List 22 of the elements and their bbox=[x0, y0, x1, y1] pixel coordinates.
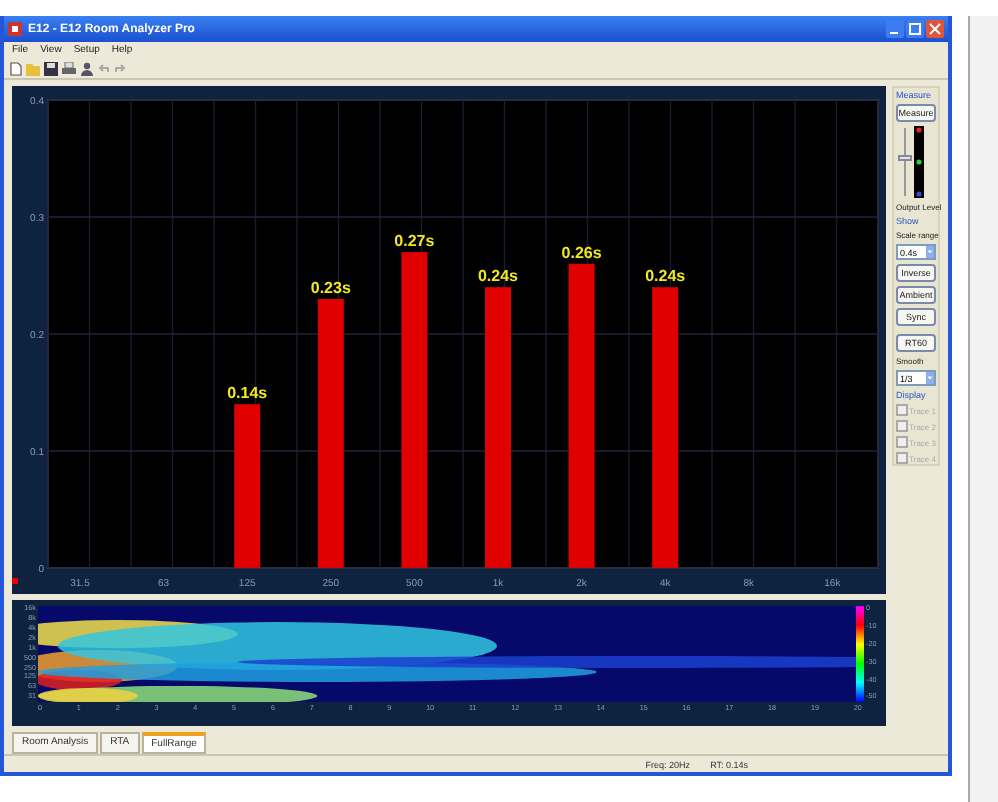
printer-icon[interactable] bbox=[62, 61, 76, 75]
origin-marker bbox=[12, 578, 18, 584]
maximize-icon[interactable] bbox=[906, 20, 924, 38]
new-file-icon[interactable] bbox=[10, 61, 22, 75]
value-label: 0.27s bbox=[394, 232, 435, 251]
value-label: 0.26s bbox=[561, 243, 602, 262]
value-label: 0.24s bbox=[645, 267, 686, 286]
save-icon[interactable] bbox=[44, 61, 58, 75]
redo-icon[interactable] bbox=[114, 62, 126, 74]
slider-thumb[interactable] bbox=[898, 155, 912, 162]
undo-icon[interactable] bbox=[98, 62, 110, 74]
app-icon bbox=[8, 22, 22, 36]
dropdown-arrow-icon bbox=[926, 246, 934, 258]
minimize-icon[interactable] bbox=[886, 20, 904, 38]
color-scale-bar bbox=[856, 606, 865, 702]
value-label: 0.14s bbox=[227, 384, 268, 403]
person-icon[interactable] bbox=[80, 61, 94, 75]
close-icon[interactable] bbox=[926, 20, 944, 38]
value-label: 0.24s bbox=[477, 267, 519, 286]
dropdown-arrow-icon bbox=[926, 372, 934, 384]
value-label: 0.23s bbox=[310, 278, 351, 297]
level-meter bbox=[914, 126, 924, 198]
